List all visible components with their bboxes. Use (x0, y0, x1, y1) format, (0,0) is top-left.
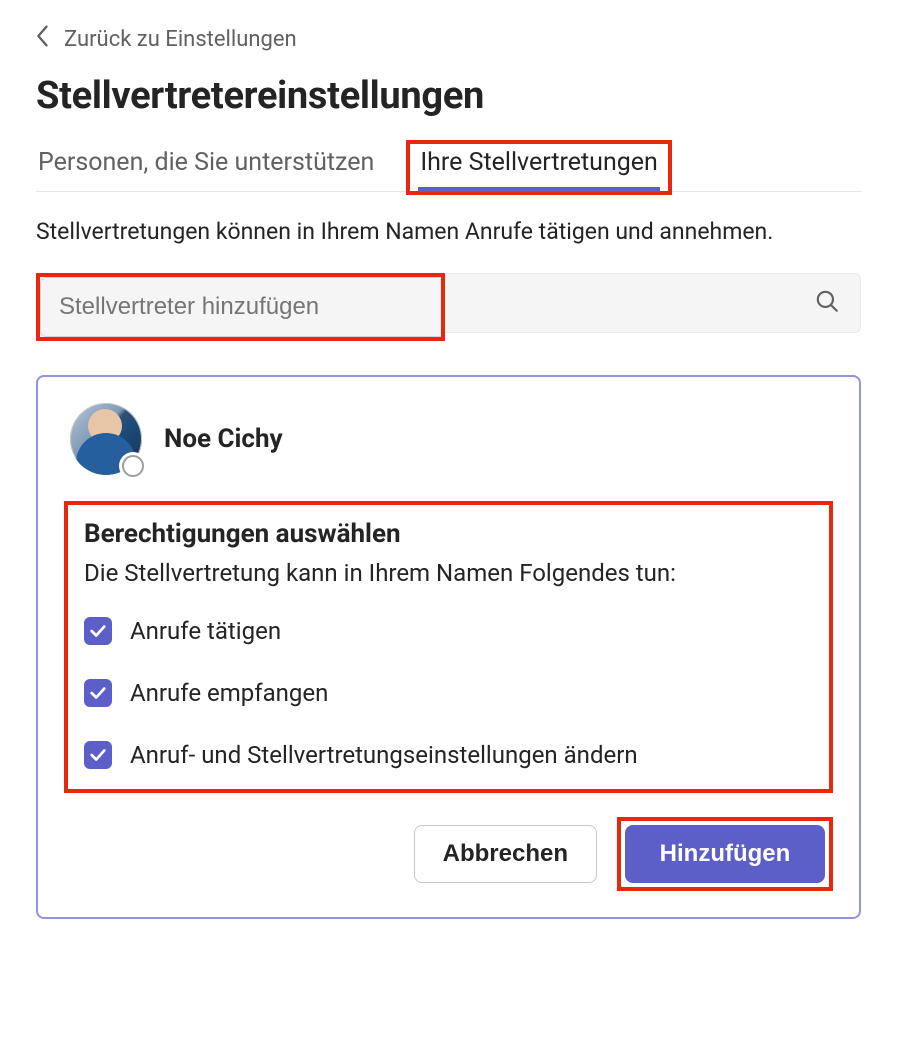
highlight-box: Hinzufügen (617, 817, 833, 891)
back-link-label: Zurück zu Einstellungen (64, 27, 297, 52)
back-to-settings-link[interactable]: Zurück zu Einstellungen (36, 20, 297, 64)
tab-people-you-support[interactable]: Personen, die Sie unterstützen (36, 144, 376, 191)
add-delegate-search[interactable] (40, 277, 441, 337)
card-actions: Abbrechen Hinzufügen (64, 817, 833, 891)
tab-your-delegates[interactable]: Ihre Stellvertretungen (418, 144, 660, 191)
delegate-settings-page: Zurück zu Einstellungen Stellvertreterei… (0, 0, 897, 955)
tab-label: Personen, die Sie unterstützen (38, 148, 374, 177)
add-delegate-input[interactable] (41, 293, 441, 321)
person-row: Noe Cichy (64, 403, 833, 475)
permission-receive-calls[interactable]: Anrufe empfangen (84, 679, 813, 707)
delegate-card: Noe Cichy Berechtigungen auswählen Die S… (36, 375, 861, 919)
page-title: Stellvertretereinstellungen (36, 74, 861, 118)
section-description: Stellvertretungen können in Ihrem Namen … (36, 218, 861, 245)
presence-offline-icon (122, 455, 144, 477)
search-icon (814, 288, 840, 318)
button-label: Abbrechen (443, 840, 568, 868)
permissions-title: Berechtigungen auswählen (84, 519, 813, 549)
checkbox-checked-icon (84, 741, 112, 769)
highlight-box: Berechtigungen auswählen Die Stellvertre… (64, 501, 833, 793)
permissions-list: Anrufe tätigen Anrufe empfangen Anruf- u… (84, 617, 813, 769)
cancel-button[interactable]: Abbrechen (414, 825, 597, 883)
permission-label: Anruf- und Stellvertretungseinstellungen… (130, 741, 638, 769)
button-label: Hinzufügen (660, 840, 791, 868)
avatar (70, 403, 142, 475)
person-name: Noe Cichy (164, 424, 283, 454)
highlight-box: Ihre Stellvertretungen (406, 140, 672, 195)
permissions-description: Die Stellvertretung kann in Ihrem Namen … (84, 559, 813, 587)
checkbox-checked-icon (84, 679, 112, 707)
permission-make-calls[interactable]: Anrufe tätigen (84, 617, 813, 645)
permission-label: Anrufe empfangen (130, 679, 328, 707)
highlight-box (36, 273, 445, 341)
checkbox-checked-icon (84, 617, 112, 645)
chevron-left-icon (36, 24, 50, 54)
permission-change-settings[interactable]: Anruf- und Stellvertretungseinstellungen… (84, 741, 813, 769)
search-box-right[interactable] (445, 273, 861, 333)
search-row (36, 273, 861, 341)
add-button[interactable]: Hinzufügen (625, 825, 825, 883)
tab-label: Ihre Stellvertretungen (420, 148, 658, 177)
tabs: Personen, die Sie unterstützen Ihre Stel… (36, 140, 861, 192)
permission-label: Anrufe tätigen (130, 617, 281, 645)
